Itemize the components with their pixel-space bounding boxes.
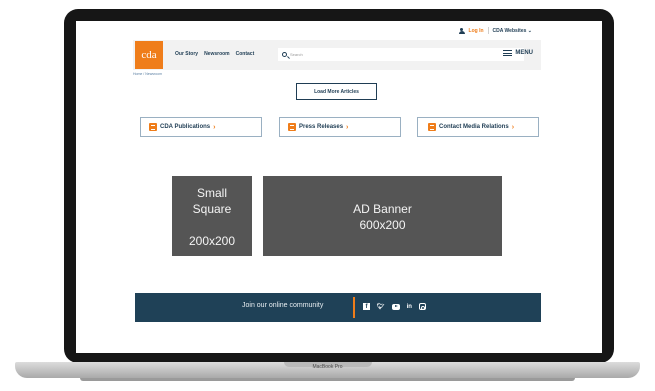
link-label: CDA Publications bbox=[160, 124, 211, 130]
nav-our-story[interactable]: Our Story bbox=[175, 51, 198, 57]
stage: Log In CDA Websites ⌄ cda Our Story News… bbox=[0, 0, 655, 391]
cda-publications-link[interactable]: CDA Publications › bbox=[140, 117, 262, 137]
ad-text: Square bbox=[192, 202, 232, 216]
search-input[interactable]: Search bbox=[278, 48, 524, 61]
search-icon bbox=[282, 52, 287, 57]
chevron-right-icon: › bbox=[213, 123, 216, 131]
cda-websites-dropdown[interactable]: CDA Websites ⌄ bbox=[493, 28, 532, 34]
twitter-icon[interactable]: 🐦︎ bbox=[377, 303, 385, 310]
site-header: cda Our Story Newsroom Contact Search ME… bbox=[133, 40, 541, 70]
chevron-right-icon: › bbox=[346, 123, 349, 131]
youtube-icon[interactable] bbox=[391, 303, 400, 310]
breadcrumb[interactable]: Home / Newsroom bbox=[133, 72, 162, 76]
hamburger-icon bbox=[503, 50, 513, 56]
nav-contact[interactable]: Contact bbox=[236, 51, 255, 57]
utility-bar: Log In CDA Websites ⌄ bbox=[458, 27, 532, 34]
menu-button[interactable]: MENU bbox=[503, 50, 533, 56]
nav-newsroom[interactable]: Newsroom bbox=[204, 51, 230, 57]
search-placeholder: Search bbox=[290, 52, 303, 57]
divider bbox=[487, 27, 489, 34]
ad-size: 600x200 bbox=[359, 218, 406, 232]
social-links: f 🐦︎ in bbox=[363, 303, 426, 310]
chevron-right-icon: › bbox=[511, 123, 515, 131]
cda-logo[interactable]: cda bbox=[135, 41, 163, 69]
ad-size: 200x200 bbox=[188, 234, 236, 248]
login-link[interactable]: Log In bbox=[469, 28, 484, 34]
orange-divider bbox=[353, 297, 355, 318]
main-nav: Our Story Newsroom Contact bbox=[175, 51, 254, 57]
contact-media-relations-link[interactable]: Contact Media Relations › bbox=[417, 117, 539, 137]
document-icon bbox=[149, 123, 157, 131]
join-community-text: Join our online community bbox=[242, 302, 324, 309]
instagram-icon[interactable] bbox=[418, 303, 426, 310]
laptop-screen: Log In CDA Websites ⌄ cda Our Story News… bbox=[76, 21, 602, 353]
contact-card-icon bbox=[428, 123, 436, 131]
ad-text: AD Banner bbox=[353, 202, 412, 216]
laptop-foot bbox=[80, 378, 575, 381]
user-icon bbox=[458, 27, 465, 34]
device-label: MacBook Pro bbox=[312, 364, 343, 370]
linkedin-icon[interactable]: in bbox=[407, 304, 412, 310]
link-label: Press Releases bbox=[299, 124, 344, 130]
load-more-button[interactable]: Load More Articles bbox=[296, 83, 377, 100]
community-bar: Join our online community f 🐦︎ in bbox=[135, 293, 541, 322]
press-releases-link[interactable]: Press Releases › bbox=[279, 117, 401, 137]
ad-text: Small bbox=[196, 186, 227, 200]
document-icon bbox=[288, 123, 296, 131]
banner-ad[interactable]: AD Banner 600x200 bbox=[263, 176, 502, 256]
facebook-icon[interactable]: f bbox=[363, 303, 370, 310]
menu-label: MENU bbox=[515, 50, 533, 56]
link-label: Contact Media Relations bbox=[439, 124, 509, 130]
logo-text: cda bbox=[141, 49, 157, 61]
small-square-ad[interactable]: Small Square 200x200 bbox=[172, 176, 252, 256]
